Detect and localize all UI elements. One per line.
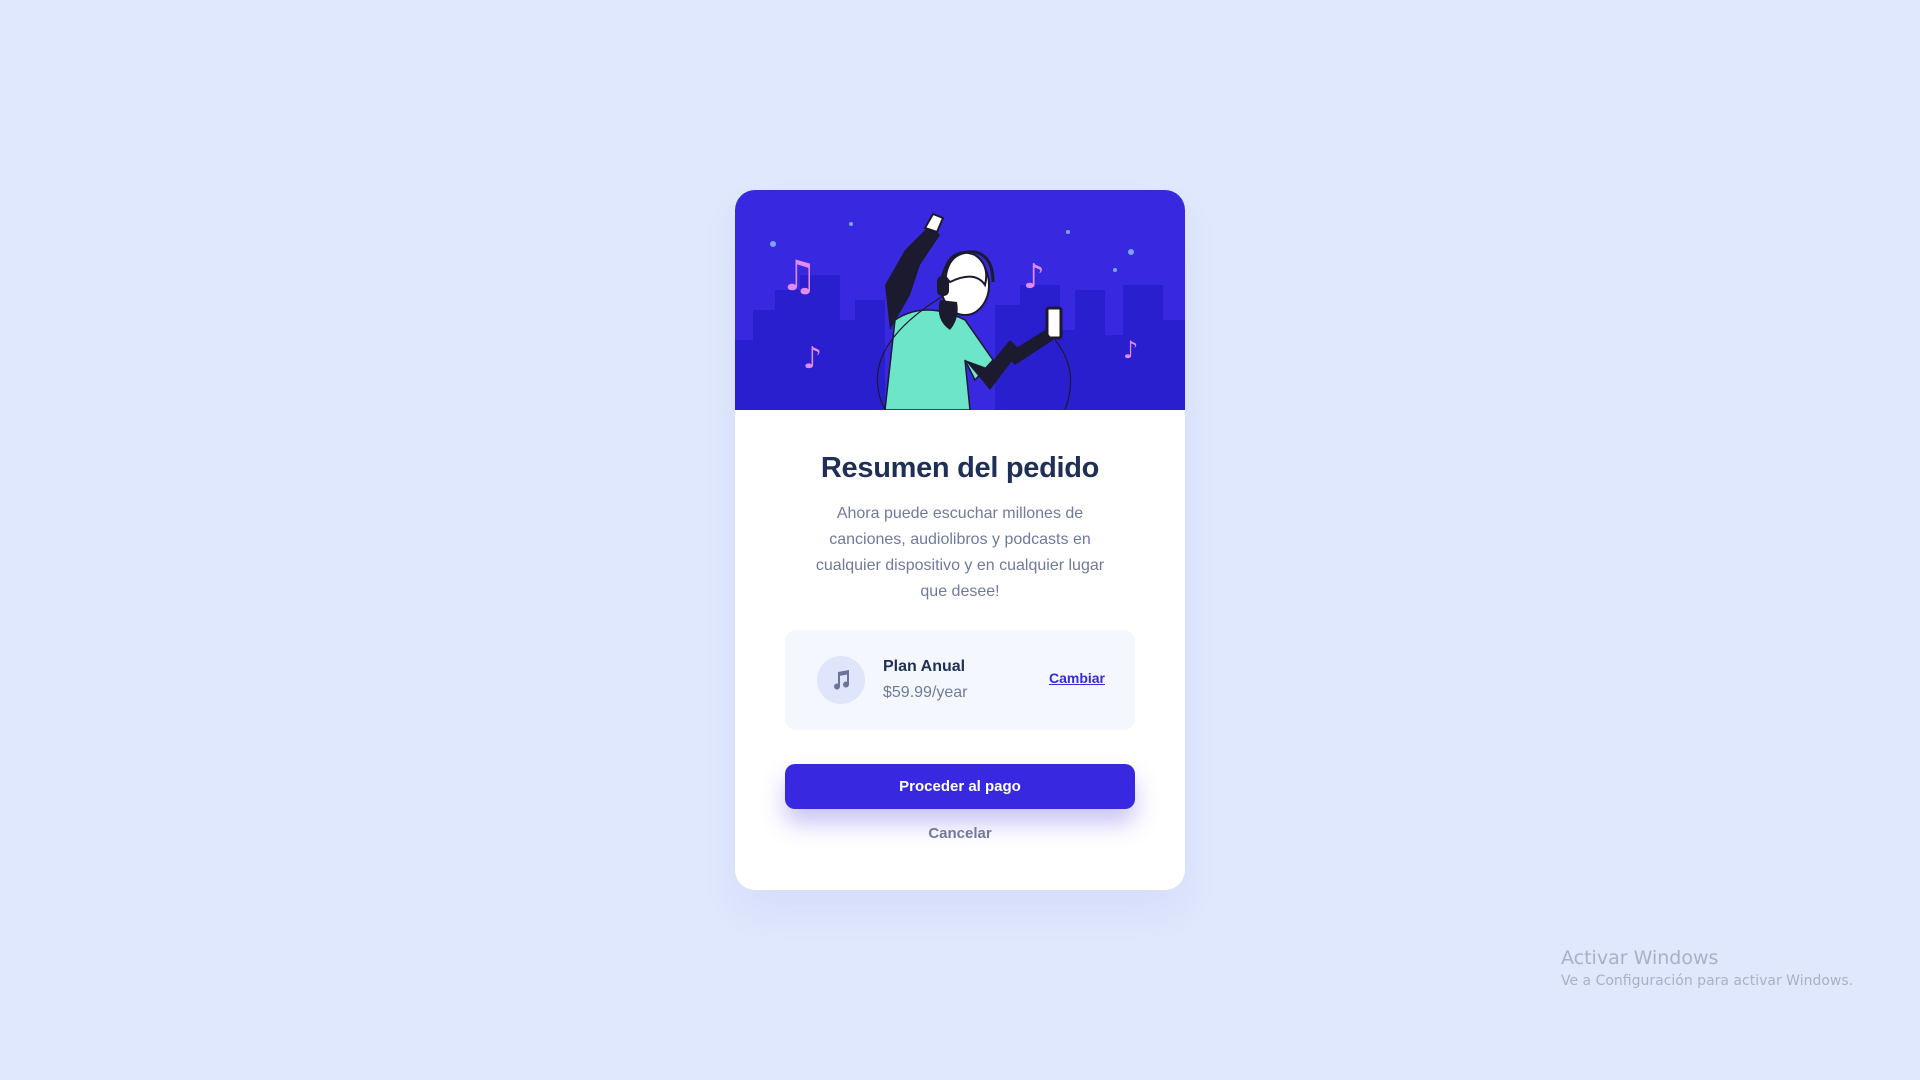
svg-text:♪: ♪ [1123, 336, 1138, 364]
svg-text:♪: ♪ [803, 341, 822, 376]
card-content: Resumen del pedido Ahora puede escuchar … [735, 410, 1185, 843]
proceed-to-payment-button[interactable]: Proceder al pago [785, 764, 1135, 809]
cancel-order-link[interactable]: Cancelar [928, 825, 991, 842]
music-note-glyph [834, 670, 850, 690]
page-title: Resumen del pedido [820, 452, 1100, 484]
watermark-subtitle: Ve a Configuración para activar Windows. [1561, 973, 1854, 989]
music-note-icon [817, 656, 865, 704]
windows-activation-watermark: Activar Windows Ve a Configuración para … [1561, 945, 1853, 991]
plan-name: Plan Anual [883, 658, 966, 675]
order-summary-card: ♫ ♪ ♪ ♪ Resumen del pedido Ahora puede e… [735, 190, 1185, 890]
plan-info: Plan Anual $59.99/year [883, 656, 1049, 704]
plan-price: $59.99/year [883, 684, 968, 701]
svg-text:♪: ♪ [1023, 257, 1045, 297]
change-plan-link[interactable]: Cambiar [1049, 670, 1105, 686]
svg-text:♫: ♫ [780, 251, 818, 300]
watermark-title: Activar Windows [1561, 947, 1719, 969]
plan-summary: Plan Anual $59.99/year Cambiar [785, 630, 1135, 730]
order-description: Ahora puede escuchar millones de cancion… [815, 505, 1105, 600]
hero-illustration: ♫ ♪ ♪ ♪ [735, 190, 1185, 410]
